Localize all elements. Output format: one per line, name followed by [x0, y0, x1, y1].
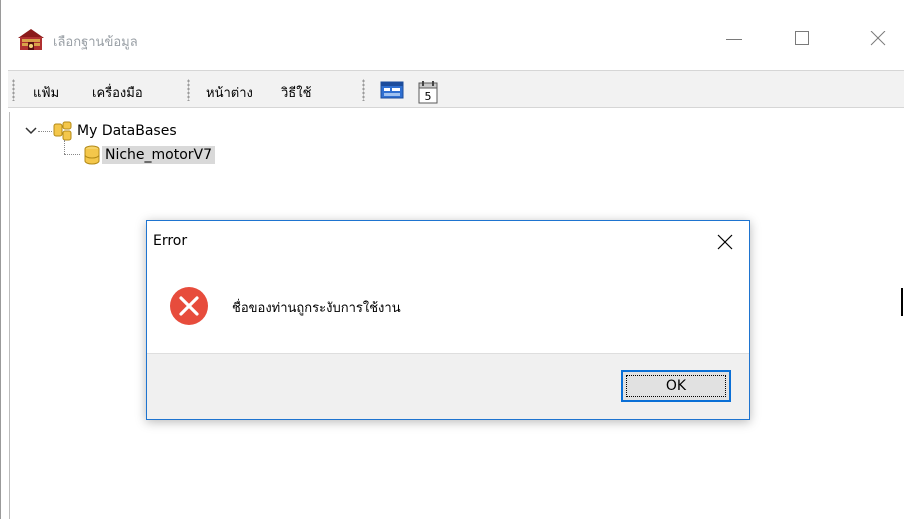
- maximize-icon: [795, 31, 809, 45]
- dialog-title: Error: [153, 233, 188, 249]
- close-icon: [717, 234, 733, 250]
- chevron-down-icon[interactable]: [24, 124, 38, 138]
- menu-window[interactable]: หน้าต่าง: [206, 82, 253, 103]
- toolbar-grip[interactable]: [187, 79, 190, 101]
- focus-rect: [626, 375, 726, 397]
- toolbar-grip[interactable]: [12, 79, 15, 101]
- ok-button[interactable]: OK: [621, 370, 731, 402]
- menu-tools[interactable]: เครื่องมือ: [92, 82, 143, 103]
- calendar-day: 5: [425, 90, 432, 103]
- window-title: เลือกฐานข้อมูล: [53, 35, 138, 50]
- dialog-close-button[interactable]: [707, 229, 743, 255]
- maximize-button[interactable]: [779, 24, 825, 54]
- menu-bar: แฟ้ม เครื่องมือ หน้าต่าง วิธีใช้ 5: [8, 70, 904, 108]
- tree-connector: [64, 140, 65, 154]
- toolbar-grip[interactable]: [362, 79, 365, 101]
- dialog-body: ชื่อของท่านถูกระงับการใช้งาน: [147, 261, 749, 353]
- menu-help[interactable]: วิธีใช้: [281, 82, 311, 103]
- main-window: เลือกฐานข้อมูล แฟ้ม เครื่องมือ หน้าต่าง …: [0, 0, 904, 519]
- tree-root-label[interactable]: My DataBases: [74, 122, 180, 140]
- close-window-button[interactable]: [855, 24, 901, 54]
- resize-marker: [901, 288, 903, 316]
- window-icon[interactable]: [380, 80, 404, 104]
- menu-file[interactable]: แฟ้ม: [33, 82, 59, 103]
- dialog-footer: OK: [147, 353, 749, 419]
- minimize-icon: [726, 39, 742, 40]
- title-bar[interactable]: เลือกฐานข้อมูล: [1, 0, 904, 66]
- tree-root-row[interactable]: My DataBases: [24, 120, 180, 142]
- error-dialog: Error ชื่อของท่านถูกระงับการใช้งาน OK: [146, 220, 750, 420]
- calendar-icon[interactable]: 5: [416, 80, 440, 108]
- error-icon: [167, 284, 211, 332]
- tree-line: [38, 131, 52, 132]
- app-icon: [16, 26, 46, 52]
- tree-connector: [64, 154, 80, 155]
- minimize-button[interactable]: [711, 24, 757, 54]
- dialog-message: ชื่อของท่านถูกระงับการใช้งาน: [232, 301, 401, 316]
- close-icon: [870, 31, 886, 46]
- database-group-icon: [52, 120, 74, 142]
- tree-item-niche-motor[interactable]: Niche_motorV7: [82, 144, 216, 166]
- database-icon: [82, 144, 102, 166]
- tree-item-label[interactable]: Niche_motorV7: [102, 146, 216, 164]
